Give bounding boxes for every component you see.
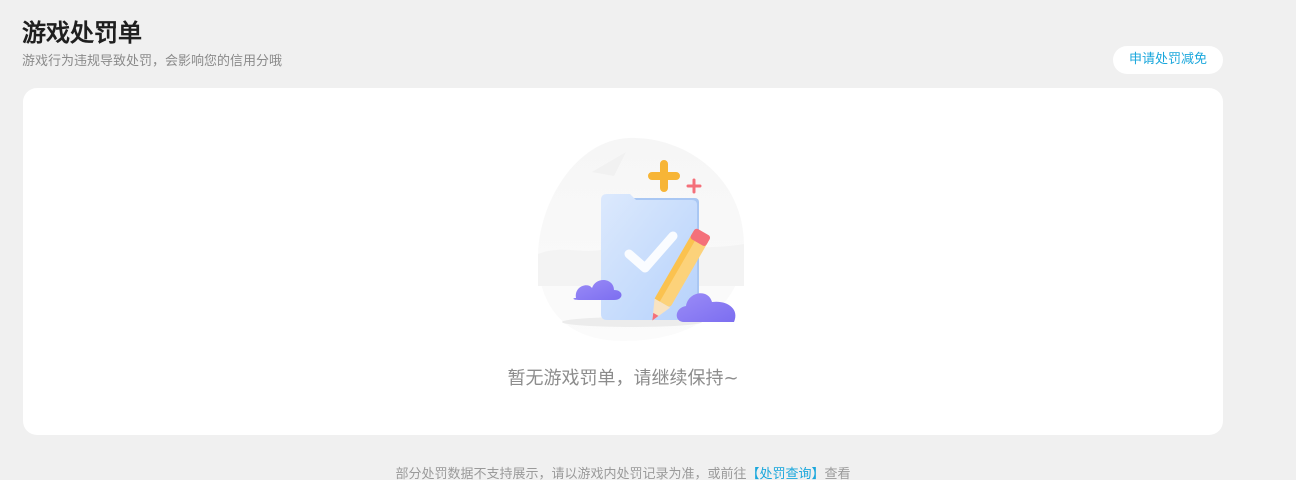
footer-note-text: 部分处罚数据不支持展示，请以游戏内处罚记录为准，或前往	[395, 467, 747, 480]
penalty-query-link[interactable]: 【处罚查询】	[746, 467, 824, 480]
footer-note: 部分处罚数据不支持展示，请以游戏内处罚记录为准，或前往【处罚查询】查看	[0, 466, 1246, 480]
penalty-page: 游戏处罚单 游戏行为违规导致处罚，会影响您的信用分哦 申请处罚减免 暂无游戏罚单…	[0, 0, 1296, 480]
penalty-list-card: 暂无游戏罚单，请继续保持~	[23, 88, 1223, 435]
footer-note-suffix: 查看	[824, 467, 851, 480]
page-subtitle: 游戏行为违规导致处罚，会影响您的信用分哦	[22, 54, 283, 69]
page-title: 游戏处罚单	[22, 19, 142, 47]
apply-penalty-reduction-button[interactable]: 申请处罚减免	[1113, 46, 1223, 74]
clipboard-checkmark-pencil-icon	[538, 137, 744, 341]
empty-state-message: 暂无游戏罚单，请继续保持~	[507, 368, 739, 389]
